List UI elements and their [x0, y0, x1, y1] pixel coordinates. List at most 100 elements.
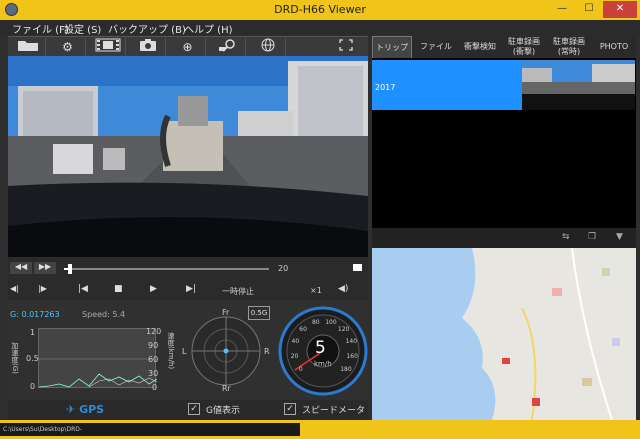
seek-handle[interactable]: [68, 264, 73, 274]
chevron-down-icon: ▼: [616, 232, 623, 242]
stop-icon: ■: [114, 284, 123, 294]
right-tick-1: 120: [146, 327, 162, 336]
fullscreen-button[interactable]: [328, 38, 364, 56]
menu-backup[interactable]: バックアップ (B): [108, 21, 186, 36]
tab-impact[interactable]: 衝撃検知: [460, 36, 500, 58]
speed-indicator: [353, 264, 362, 271]
skip-back-button[interactable]: |◀: [78, 284, 88, 294]
right-tick-3: 60: [148, 355, 159, 364]
map-search-icon: [218, 39, 235, 52]
menu-help[interactable]: ヘルプ (H): [184, 21, 233, 36]
left-tick-2: 0.5: [26, 354, 39, 363]
film-icon: [95, 38, 120, 52]
g-scale-button[interactable]: 0.5G: [248, 306, 270, 320]
menu-settings[interactable]: 設定 (S): [64, 21, 101, 36]
snapshot-button[interactable]: [130, 38, 166, 56]
g-value-readout: G: 0.017263: [10, 310, 60, 319]
trip-label: 2017: [375, 83, 396, 92]
stop-button[interactable]: ■: [114, 284, 123, 294]
compass-rear: Rr: [222, 384, 231, 393]
window-title: DRD-H66 Viewer: [274, 3, 366, 16]
right-tick-2: 90: [148, 341, 159, 350]
prev-frame-button[interactable]: ◀|: [10, 284, 26, 296]
menu-file[interactable]: ファイル (F): [12, 21, 69, 36]
pause-label[interactable]: 一時停止: [222, 286, 254, 297]
playback-controls: ◀◀ ▶▶ 20 ◀| |▶ |◀ ■ ▶ ▶| 一時停止 ×1 ◀): [8, 258, 368, 300]
gear-icon: ⚙: [62, 40, 73, 54]
play-button[interactable]: ▶: [150, 284, 157, 294]
minimize-button[interactable]: —: [549, 1, 575, 18]
tab-file[interactable]: ファイル: [416, 36, 456, 58]
speedometer: 0 20 40 60 80 100 120 140 160 180 5 km/h: [278, 304, 368, 398]
map-search-button[interactable]: [210, 38, 246, 56]
rewind-button[interactable]: ◀◀: [10, 262, 32, 274]
close-button[interactable]: ✕: [603, 1, 637, 18]
speed-tick-label: 140: [345, 338, 358, 346]
speedometer-checkbox[interactable]: ✓: [284, 403, 296, 415]
tab-trip[interactable]: トリップ: [372, 36, 412, 58]
title-bar: DRD-H66 Viewer — ☐ ✕: [0, 0, 640, 20]
toolbar: ⚙ ⊕: [8, 36, 368, 56]
compass-left: L: [182, 347, 187, 356]
tab-parking-continuous[interactable]: 駐車録画 (常時): [548, 36, 590, 58]
g-display-checkbox[interactable]: ✓: [188, 403, 200, 415]
speaker-icon: ◀): [338, 284, 349, 294]
zoom-in-icon: ⊕: [182, 40, 193, 54]
trip-thumbnail[interactable]: [522, 60, 635, 110]
skip-forward-button[interactable]: ▶|: [186, 284, 196, 294]
maximize-button[interactable]: ☐: [576, 1, 602, 18]
skip-back-icon: |◀: [78, 284, 88, 294]
speed-tick-label: 20: [290, 352, 299, 360]
speed-tick-label: 120: [337, 325, 350, 333]
rate-label[interactable]: ×1: [310, 286, 322, 295]
right-tick-5: 0: [152, 383, 158, 392]
globe-icon: [261, 38, 274, 52]
settings-button[interactable]: ⚙: [50, 38, 86, 56]
open-folder-button[interactable]: [10, 38, 46, 56]
gps-label: GPS: [79, 403, 105, 416]
sensor-panel: G: 0.017263 Speed: 5.4 1 0.5 0 加速度(G) 12…: [8, 300, 368, 400]
list-toolbar: ⇆ ❐ ▼: [372, 228, 636, 248]
web-button[interactable]: [250, 38, 286, 56]
gps-button[interactable]: ✈ GPS: [66, 403, 104, 416]
play-icon: ▶: [150, 284, 157, 294]
folder-icon: [17, 41, 38, 51]
seek-end-label: 20: [278, 264, 289, 273]
app-window: DRD-H66 Viewer — ☐ ✕ ファイル (F) 設定 (S) バック…: [0, 0, 640, 439]
fast-forward-button[interactable]: ▶▶: [34, 262, 56, 274]
file-path: C:\Users\Su\Desktop\DRD-: [0, 423, 300, 436]
tab-parking-impact[interactable]: 駐車録画 (衝撃): [504, 36, 544, 58]
thumbnail-image: [522, 60, 635, 110]
list-item[interactable]: 2017: [372, 60, 522, 110]
step-forward-icon: |▶: [38, 284, 47, 293]
next-frame-button[interactable]: |▶: [38, 284, 54, 296]
map-view[interactable]: [372, 248, 636, 420]
left-tick-3: 0: [30, 382, 36, 391]
status-bar: C:\Users\Su\Desktop\DRD-: [0, 420, 640, 439]
volume-button[interactable]: ◀): [338, 284, 348, 294]
camera-icon: [139, 39, 156, 51]
speed-value: 5: [315, 338, 326, 358]
trip-list: 2017: [372, 58, 636, 228]
speed-unit: km/h: [314, 360, 332, 368]
speed-tick-label: 0: [298, 365, 303, 373]
skip-forward-icon: ▶|: [186, 284, 196, 294]
copy-button[interactable]: ❐: [588, 232, 606, 244]
export-button[interactable]: ⇆: [562, 232, 580, 244]
g-display-label: G値表示: [206, 406, 240, 416]
speed-tick-label: 80: [311, 318, 320, 326]
seek-track[interactable]: [64, 264, 269, 274]
right-tick-4: 30: [148, 369, 159, 378]
expand-button[interactable]: ▼: [616, 232, 634, 244]
zoom-button[interactable]: ⊕: [170, 38, 206, 56]
speed-tick-label: 180: [340, 365, 352, 373]
left-tick-1: 1: [30, 328, 36, 337]
tab-photo[interactable]: PHOTO: [594, 36, 634, 58]
copy-icon: ❐: [588, 232, 597, 242]
speed-tick-label: 160: [346, 352, 358, 360]
fast-forward-icon: ▶▶: [38, 262, 52, 271]
video-frame[interactable]: [8, 56, 368, 257]
map-image: [372, 248, 636, 420]
fullscreen-icon: [339, 39, 353, 51]
video-export-button[interactable]: [90, 38, 126, 56]
